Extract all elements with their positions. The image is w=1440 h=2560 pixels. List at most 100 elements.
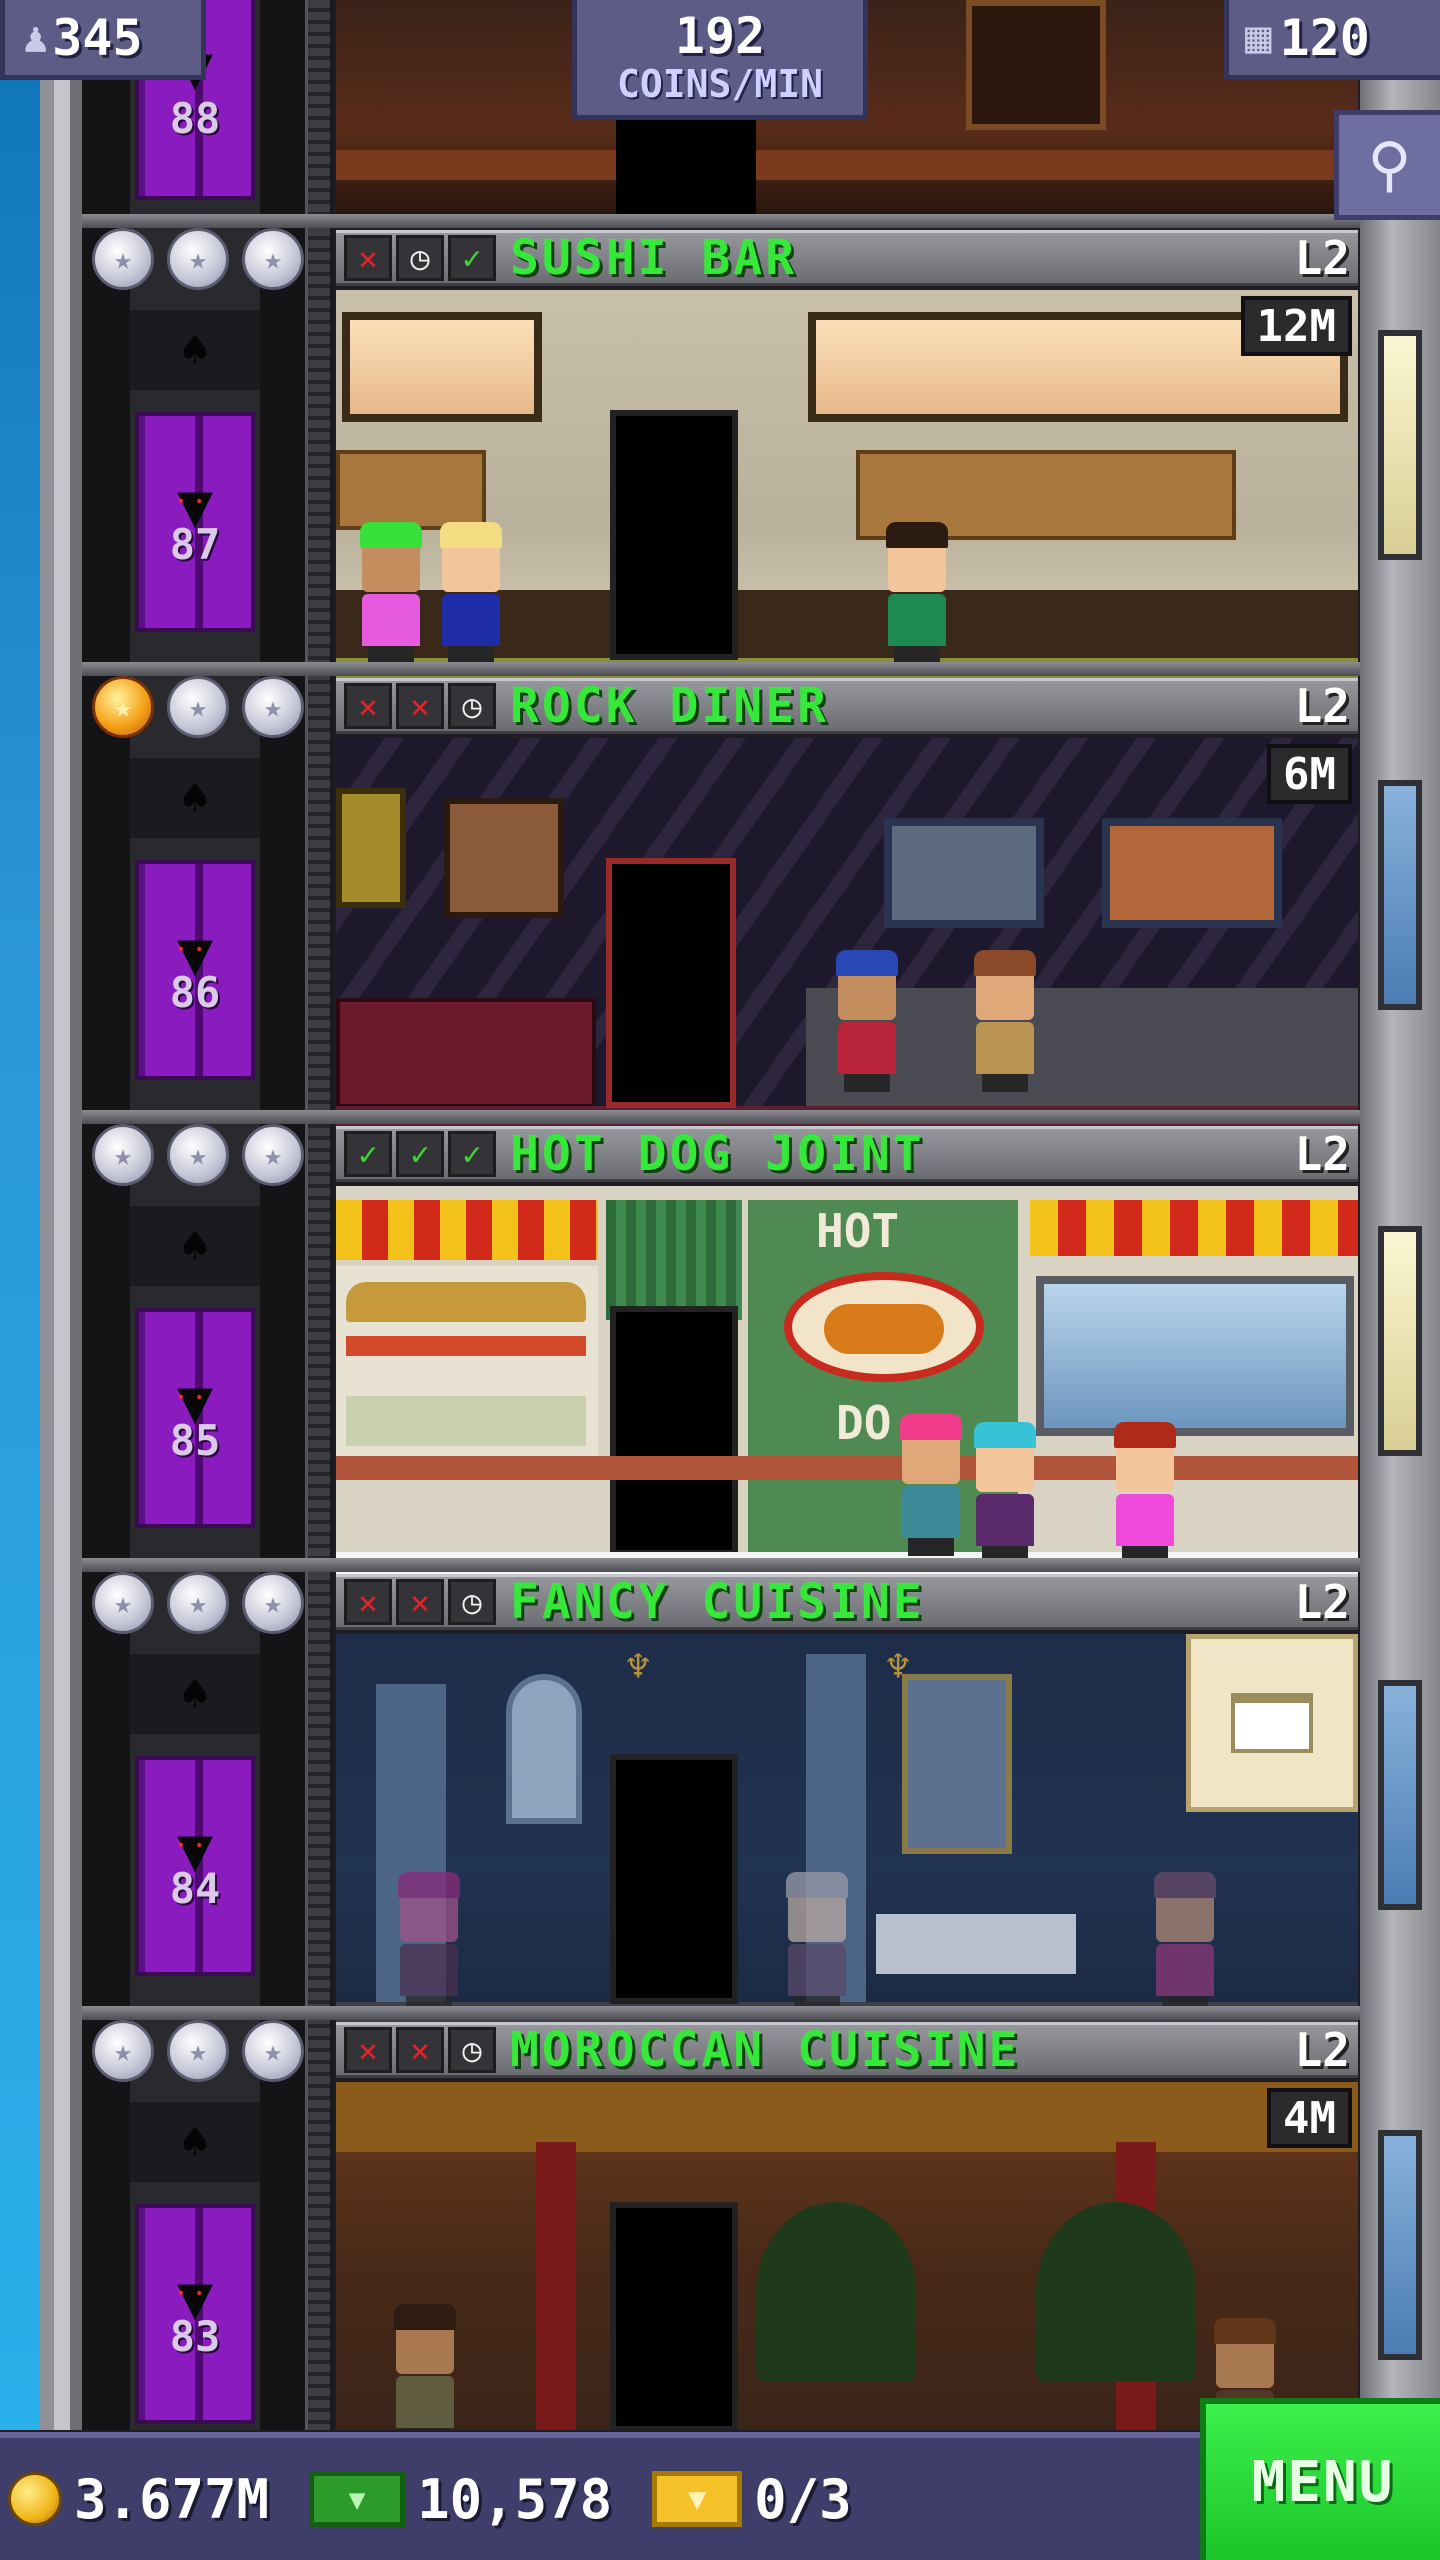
hot-dog-sign-top: HOT xyxy=(816,1204,900,1258)
coins-rate-unit: COINS/MIN xyxy=(617,62,823,107)
building-icon: ▦ xyxy=(1245,12,1272,63)
side-window xyxy=(1378,330,1422,560)
elevator-gap: ♠ xyxy=(130,310,260,390)
star-silver-icon: ★ xyxy=(167,2020,229,2082)
elevator-car-83[interactable]: ▼ •• 83 xyxy=(135,2204,255,2424)
hot-dog-sign-bottom: DO xyxy=(836,1396,892,1450)
floor-header-moroccan-cuisine[interactable]: ✕ ✕ ◷ MOROCCAN CUISINE L2 xyxy=(336,2022,1358,2078)
floor-slab xyxy=(82,662,1360,676)
elevator-rail xyxy=(305,0,333,2430)
star-silver-icon: ★ xyxy=(242,1572,304,1634)
stock-empty-x-icon: ✕ xyxy=(344,235,392,281)
floor-door xyxy=(610,1306,738,1556)
bitizen-person[interactable] xyxy=(394,2304,456,2430)
bitizen-person[interactable] xyxy=(440,522,502,664)
elevator-car-87[interactable]: ▼ •• 87 xyxy=(135,412,255,632)
restock-timer-badge: 4M xyxy=(1267,2088,1352,2148)
population-value: 345 xyxy=(52,8,143,67)
elevator-car-84[interactable]: ▼ •• 84 xyxy=(135,1756,255,1976)
floor-stars-84: ★ ★ ★ xyxy=(92,1572,304,1642)
floor-level: L2 xyxy=(1294,1127,1350,1181)
stock-status: ✕ ◷ ✓ xyxy=(344,235,496,281)
bitizen-person[interactable] xyxy=(398,1872,460,2014)
floor-slab xyxy=(82,2006,1360,2020)
population-counter[interactable]: ♟ 345 xyxy=(0,0,206,80)
side-window xyxy=(1378,1226,1422,1456)
floor-door xyxy=(610,2202,738,2430)
bitizen-person[interactable] xyxy=(786,1872,848,2014)
stock-status: ✕ ✕ ◷ xyxy=(344,683,496,729)
floor-name: ROCK DINER xyxy=(510,678,829,734)
bitizen-person[interactable] xyxy=(836,950,898,1092)
bitizen-person[interactable] xyxy=(1114,1422,1176,1564)
room-rock-diner[interactable]: 6M xyxy=(336,738,1358,1126)
hook-icon: ♠ xyxy=(180,2114,210,2170)
hook-icon: ♠ xyxy=(180,1666,210,1722)
floor-header-sushi-bar[interactable]: ✕ ◷ ✓ SUSHI BAR L2 xyxy=(336,230,1358,286)
star-silver-icon: ★ xyxy=(92,1572,154,1634)
bux-banknote-icon: ▼ xyxy=(309,2471,406,2527)
floor-level: L2 xyxy=(1294,679,1350,733)
floor-door xyxy=(610,410,738,660)
star-silver-icon: ★ xyxy=(92,2020,154,2082)
star-silver-icon: ★ xyxy=(92,228,154,290)
stock-full-check-icon: ✓ xyxy=(396,1131,444,1177)
bitizen-person[interactable] xyxy=(886,522,948,664)
elevator-floor-number: 87 xyxy=(169,519,221,569)
floor-slab xyxy=(82,1558,1360,1572)
star-silver-icon: ★ xyxy=(242,676,304,738)
star-gold-icon: ★ xyxy=(92,676,154,738)
elevator-floor-number: 85 xyxy=(169,1415,221,1465)
coins-display[interactable]: 3.677M xyxy=(8,2468,269,2531)
floor-stars-83: ★ ★ ★ xyxy=(92,2020,304,2090)
floor-slab xyxy=(82,214,1360,228)
elevator-car-85[interactable]: ▼ •• 85 xyxy=(135,1308,255,1528)
hook-icon: ♠ xyxy=(180,770,210,826)
floor-name: FANCY CUISINE xyxy=(510,1574,925,1630)
star-silver-icon: ★ xyxy=(242,2020,304,2082)
side-window xyxy=(1378,2130,1422,2360)
magnifier-icon: ⚲ xyxy=(1367,130,1412,200)
floors-counter[interactable]: ▦ 120 xyxy=(1224,0,1440,80)
floor-slab xyxy=(82,1110,1360,1124)
stock-status: ✕ ✕ ◷ xyxy=(344,1579,496,1625)
floor-header-rock-diner[interactable]: ✕ ✕ ◷ ROCK DINER L2 xyxy=(336,678,1358,734)
floor-door xyxy=(606,858,736,1108)
elevator-car-86[interactable]: ▼ •• 86 xyxy=(135,860,255,1080)
bitizen-person[interactable] xyxy=(1154,1872,1216,2014)
chandelier-icon: ♆ xyxy=(886,1644,911,1690)
elevator-floor-number: 84 xyxy=(169,1863,221,1913)
bux-display[interactable]: ▼ 10,578 xyxy=(309,2468,612,2531)
floor-stars-87: ★ ★ ★ xyxy=(92,228,304,298)
floor-stars-86: ★ ★ ★ xyxy=(92,676,304,746)
stock-restocking-clock-icon: ◷ xyxy=(396,235,444,281)
elevator-box-icon xyxy=(1231,1693,1313,1753)
bitizen-person[interactable] xyxy=(900,1414,962,1556)
room-sushi-bar[interactable]: 12M xyxy=(336,290,1358,678)
star-silver-icon: ★ xyxy=(167,228,229,290)
tickets-display[interactable]: ▼ 0/3 xyxy=(652,2468,852,2531)
star-silver-icon: ★ xyxy=(92,1124,154,1186)
bitizen-person[interactable] xyxy=(974,1422,1036,1564)
star-silver-icon: ★ xyxy=(242,1124,304,1186)
search-floor-button[interactable]: ⚲ xyxy=(1334,110,1440,220)
stock-empty-x-icon: ✕ xyxy=(344,683,392,729)
golden-ticket-icon: ▼ xyxy=(652,2471,743,2527)
room-moroccan-cuisine[interactable]: 4M xyxy=(336,2082,1358,2430)
floor-header-hot-dog-joint[interactable]: ✓ ✓ ✓ HOT DOG JOINT L2 xyxy=(336,1126,1358,1182)
star-silver-icon: ★ xyxy=(167,1124,229,1186)
bitizen-person[interactable] xyxy=(360,522,422,664)
restock-timer-badge: 12M xyxy=(1240,296,1352,356)
room-hot-dog-joint[interactable]: HOT DO xyxy=(336,1186,1358,1574)
elevator-call-popup[interactable] xyxy=(1186,1634,1358,1812)
floor-header-fancy-cuisine[interactable]: ✕ ✕ ◷ FANCY CUISINE L2 xyxy=(336,1574,1358,1630)
floor-name: MOROCCAN CUISINE xyxy=(510,2022,1021,2078)
stock-status: ✕ ✕ ◷ xyxy=(344,2027,496,2073)
bitizen-person[interactable] xyxy=(974,950,1036,1092)
coins-value: 3.677M xyxy=(74,2467,270,2531)
restock-timer-badge: 6M xyxy=(1267,744,1352,804)
coins-per-minute-panel[interactable]: 192 COINS/MIN xyxy=(572,0,868,120)
stock-empty-x-icon: ✕ xyxy=(344,1579,392,1625)
menu-button[interactable]: MENU xyxy=(1200,2398,1440,2560)
star-silver-icon: ★ xyxy=(167,676,229,738)
